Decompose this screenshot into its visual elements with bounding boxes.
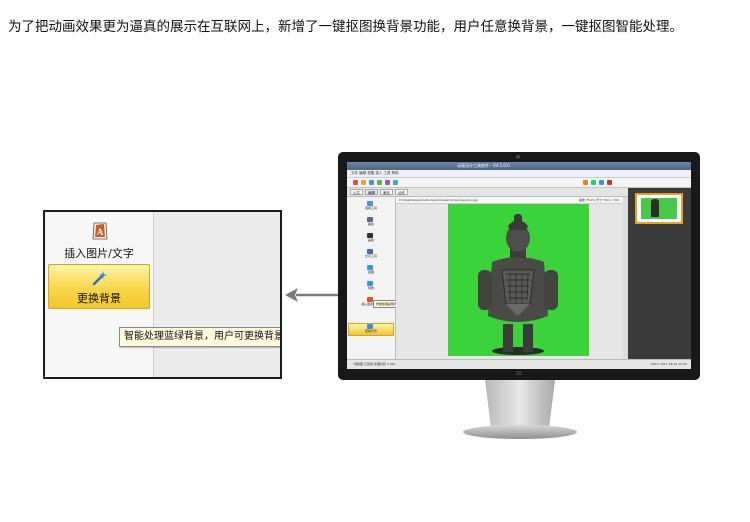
app-screen: 动画设计工具软件 - V4.5.0.0 文件 编辑 视图 插入 工具 帮助 公共…: [347, 162, 691, 369]
side-item-brush[interactable]: 画笔: [347, 233, 395, 244]
monitor: 动画设计工具软件 - V4.5.0.0 文件 编辑 视图 插入 工具 帮助 公共…: [338, 152, 700, 380]
export-icon[interactable]: [377, 180, 382, 185]
path-bar: D:\Desktop\animation\work\GreenScreen\wa…: [395, 197, 623, 204]
share-icon[interactable]: [583, 180, 588, 185]
thumbnail-figure: [651, 199, 659, 217]
tab-motion[interactable]: 动作: [395, 189, 408, 195]
tool-sidebar: 选择工具 裁剪 画笔 文字工具 抠图 特效 插入图片/文字 更换背景: [347, 197, 396, 360]
insert-image-icon[interactable]: A: [91, 221, 109, 241]
replace-background-label: 更换背景: [77, 292, 121, 305]
webcam-dot: [516, 155, 520, 159]
publish-icon[interactable]: [591, 180, 596, 185]
open-icon[interactable]: [361, 180, 366, 185]
file-path: D:\Desktop\animation\work\GreenScreen\wa…: [399, 198, 478, 202]
undo-icon[interactable]: [385, 180, 390, 185]
tab-common[interactable]: 公共: [350, 189, 363, 195]
thumbnail-panel: [628, 188, 691, 360]
zoom-canvas-area: [153, 212, 280, 377]
side-item-select[interactable]: 选择工具: [347, 201, 395, 212]
help-icon[interactable]: [607, 180, 612, 185]
side-item-crop[interactable]: 裁剪: [347, 217, 395, 228]
window-title: 动画设计工具软件 - V4.5.0.0: [457, 163, 510, 168]
status-left: 一键抠图 已完成 处理时间 0.05s: [351, 362, 396, 366]
green-screen-image[interactable]: [448, 204, 589, 356]
status-bar: 一键抠图 已完成 处理时间 0.05s 100% 2017-06-22 10:4…: [347, 359, 691, 369]
replace-background-tooltip: 智能处理蓝绿背景，用户可更换背景: [119, 327, 280, 347]
insert-image-text-label[interactable]: 插入图片/文字: [45, 245, 153, 261]
save-icon[interactable]: [369, 180, 374, 185]
side-item-cutout[interactable]: 抠图: [347, 265, 395, 276]
redo-icon[interactable]: [393, 180, 398, 185]
thumbnail-green: [641, 198, 677, 219]
side-item-text[interactable]: 文字工具: [347, 249, 395, 260]
magic-wand-icon: [92, 271, 107, 286]
monitor-stand-neck: [485, 380, 555, 428]
terracotta-warrior-figure: [478, 214, 558, 355]
replace-background-button[interactable]: 更换背景: [48, 264, 150, 309]
zoom-info: 缩放 75.0% 尺寸 700 × 700: [578, 198, 619, 202]
side-item-effects[interactable]: 特效: [347, 281, 395, 292]
tab-edit[interactable]: 编辑: [365, 189, 378, 195]
toolbar: [347, 178, 691, 188]
new-icon[interactable]: [353, 180, 358, 185]
side-item-replace-bg-content[interactable]: 更换背景: [347, 324, 395, 335]
zoom-panel: A 插入图片/文字 更换背景 智能处理蓝绿背景，用户可更换背景: [43, 210, 282, 379]
monitor-stand-base: [463, 425, 577, 439]
menu-items[interactable]: 文件 编辑 视图 插入 工具 帮助: [351, 170, 399, 177]
monitor-logo: [516, 371, 522, 375]
editing-canvas[interactable]: [396, 204, 623, 360]
page-caption: 为了把动画效果更为逼真的展示在互联网上，新增了一键抠图换背景功能，用户任意换背景…: [8, 19, 683, 35]
window-titlebar: 动画设计工具软件 - V4.5.0.0: [347, 162, 691, 178]
menu-bar: 文件 编辑 视图 插入 工具 帮助: [347, 170, 691, 178]
svg-text:A: A: [97, 227, 104, 237]
status-right: 100% 2017-06-22 10:45: [650, 362, 687, 366]
settings-icon[interactable]: [599, 180, 604, 185]
tab-beautify[interactable]: 美化: [380, 189, 393, 195]
thumbnail-selected[interactable]: [635, 193, 683, 224]
